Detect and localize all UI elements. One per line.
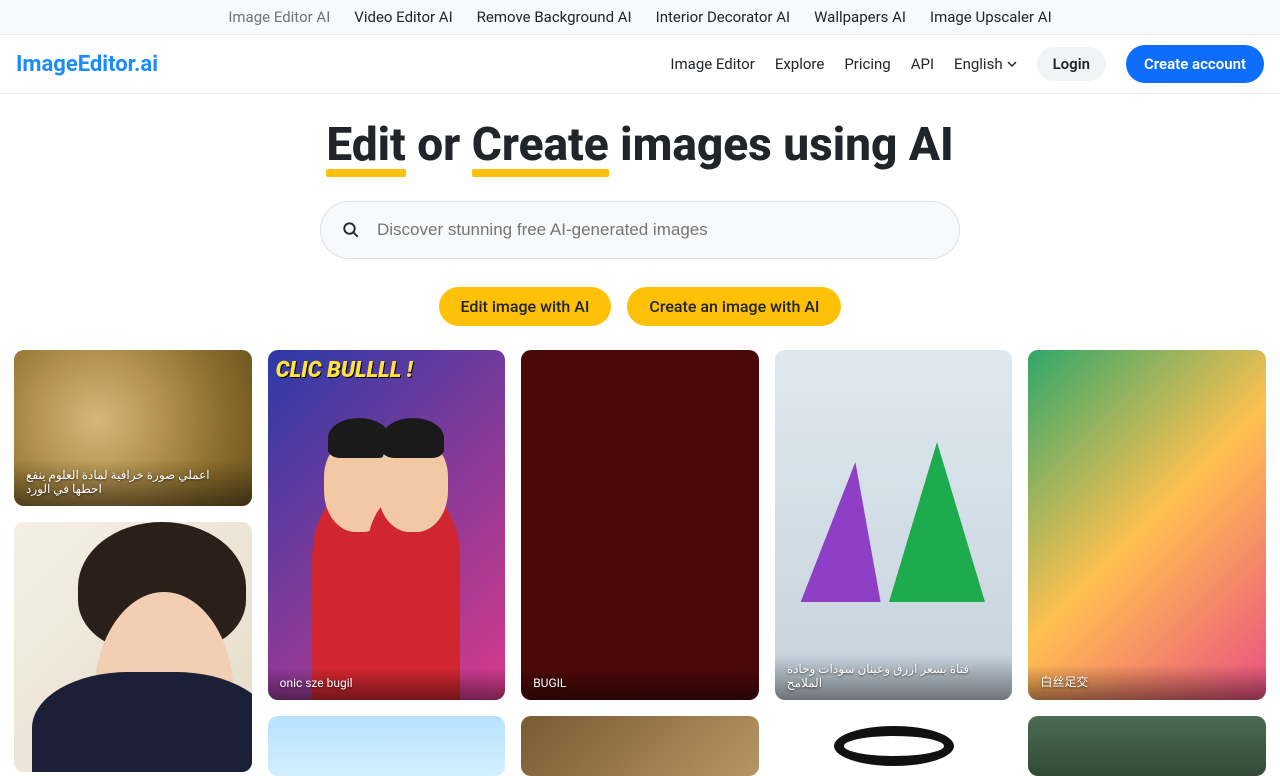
- search-icon: [342, 221, 360, 239]
- nav-explore[interactable]: Explore: [775, 55, 825, 73]
- pill-row: Edit image with AI Create an image with …: [0, 287, 1280, 326]
- gallery-col-4: فتاة بشعر ازرق وعينان سودات وحادة الملام…: [775, 350, 1013, 776]
- card-caption: 白丝足交: [1028, 665, 1266, 700]
- search-input[interactable]: [320, 201, 960, 259]
- gallery: اعملي صورة خرافية لمادة العلوم ينفع احطه…: [0, 350, 1280, 776]
- hero: Edit or Create images using AI Edit imag…: [0, 94, 1280, 326]
- gallery-col-1: اعملي صورة خرافية لمادة العلوم ينفع احطه…: [14, 350, 252, 776]
- gallery-card[interactable]: [775, 716, 1013, 776]
- headline-rest: images using AI: [609, 118, 954, 172]
- poster-text: CLIC BULLLL !: [276, 358, 413, 383]
- ellipse-shape: [834, 726, 954, 766]
- nav-right: Image Editor Explore Pricing API English…: [670, 45, 1264, 83]
- nav-api[interactable]: API: [911, 55, 934, 73]
- card-caption: فتاة بشعر ازرق وعينان سودات وحادة الملام…: [775, 654, 1013, 700]
- gallery-card[interactable]: اعملي صورة خرافية لمادة العلوم ينفع احطه…: [14, 350, 252, 506]
- headline: Edit or Create images using AI: [326, 118, 953, 173]
- gallery-col-5: 白丝足交: [1028, 350, 1266, 776]
- gallery-card[interactable]: [1028, 716, 1266, 776]
- create-image-button[interactable]: Create an image with AI: [627, 287, 841, 326]
- card-caption: BUGIL: [521, 668, 759, 700]
- edit-image-button[interactable]: Edit image with AI: [439, 287, 612, 326]
- gallery-card[interactable]: [14, 522, 252, 772]
- gallery-card[interactable]: فتاة بشعر ازرق وعينان سودات وحادة الملام…: [775, 350, 1013, 700]
- top-nav-interior-decorator-ai[interactable]: Interior Decorator AI: [656, 8, 790, 26]
- card-caption: onic sze bugil: [268, 668, 506, 700]
- search-wrap: [320, 201, 960, 259]
- headline-or: or: [406, 118, 472, 172]
- logo[interactable]: ImageEditor.ai: [16, 52, 158, 77]
- triangle-shape: [889, 442, 985, 602]
- gallery-card[interactable]: [521, 716, 759, 776]
- headline-create: Create: [472, 118, 609, 173]
- main-nav: ImageEditor.ai Image Editor Explore Pric…: [0, 35, 1280, 94]
- top-nav-wallpapers-ai[interactable]: Wallpapers AI: [814, 8, 906, 26]
- top-nav-bar: Image Editor AI Video Editor AI Remove B…: [0, 0, 1280, 35]
- language-label: English: [954, 55, 1003, 73]
- gallery-col-3: BUGIL: [521, 350, 759, 776]
- gallery-col-2: CLIC BULLLL ! onic sze bugil: [268, 350, 506, 776]
- triangle-shape: [801, 462, 896, 602]
- chevron-down-icon: [1007, 59, 1017, 69]
- poster-faces: [268, 440, 506, 700]
- gallery-card[interactable]: BUGIL: [521, 350, 759, 700]
- top-nav-video-editor-ai[interactable]: Video Editor AI: [354, 8, 452, 26]
- nav-image-editor[interactable]: Image Editor: [670, 55, 754, 73]
- portrait-body: [32, 672, 252, 772]
- top-nav-remove-background-ai[interactable]: Remove Background AI: [477, 8, 632, 26]
- nav-pricing[interactable]: Pricing: [844, 55, 890, 73]
- top-nav-image-editor-ai[interactable]: Image Editor AI: [228, 8, 330, 26]
- language-selector[interactable]: English: [954, 55, 1017, 73]
- create-account-button[interactable]: Create account: [1126, 45, 1264, 83]
- gallery-card[interactable]: CLIC BULLLL ! onic sze bugil: [268, 350, 506, 700]
- gallery-card[interactable]: 白丝足交: [1028, 350, 1266, 700]
- headline-edit: Edit: [326, 118, 405, 173]
- card-caption: اعملي صورة خرافية لمادة العلوم ينفع احطه…: [14, 460, 252, 506]
- gallery-card[interactable]: [268, 716, 506, 776]
- login-button[interactable]: Login: [1037, 47, 1106, 81]
- top-nav-image-upscaler-ai[interactable]: Image Upscaler AI: [930, 8, 1052, 26]
